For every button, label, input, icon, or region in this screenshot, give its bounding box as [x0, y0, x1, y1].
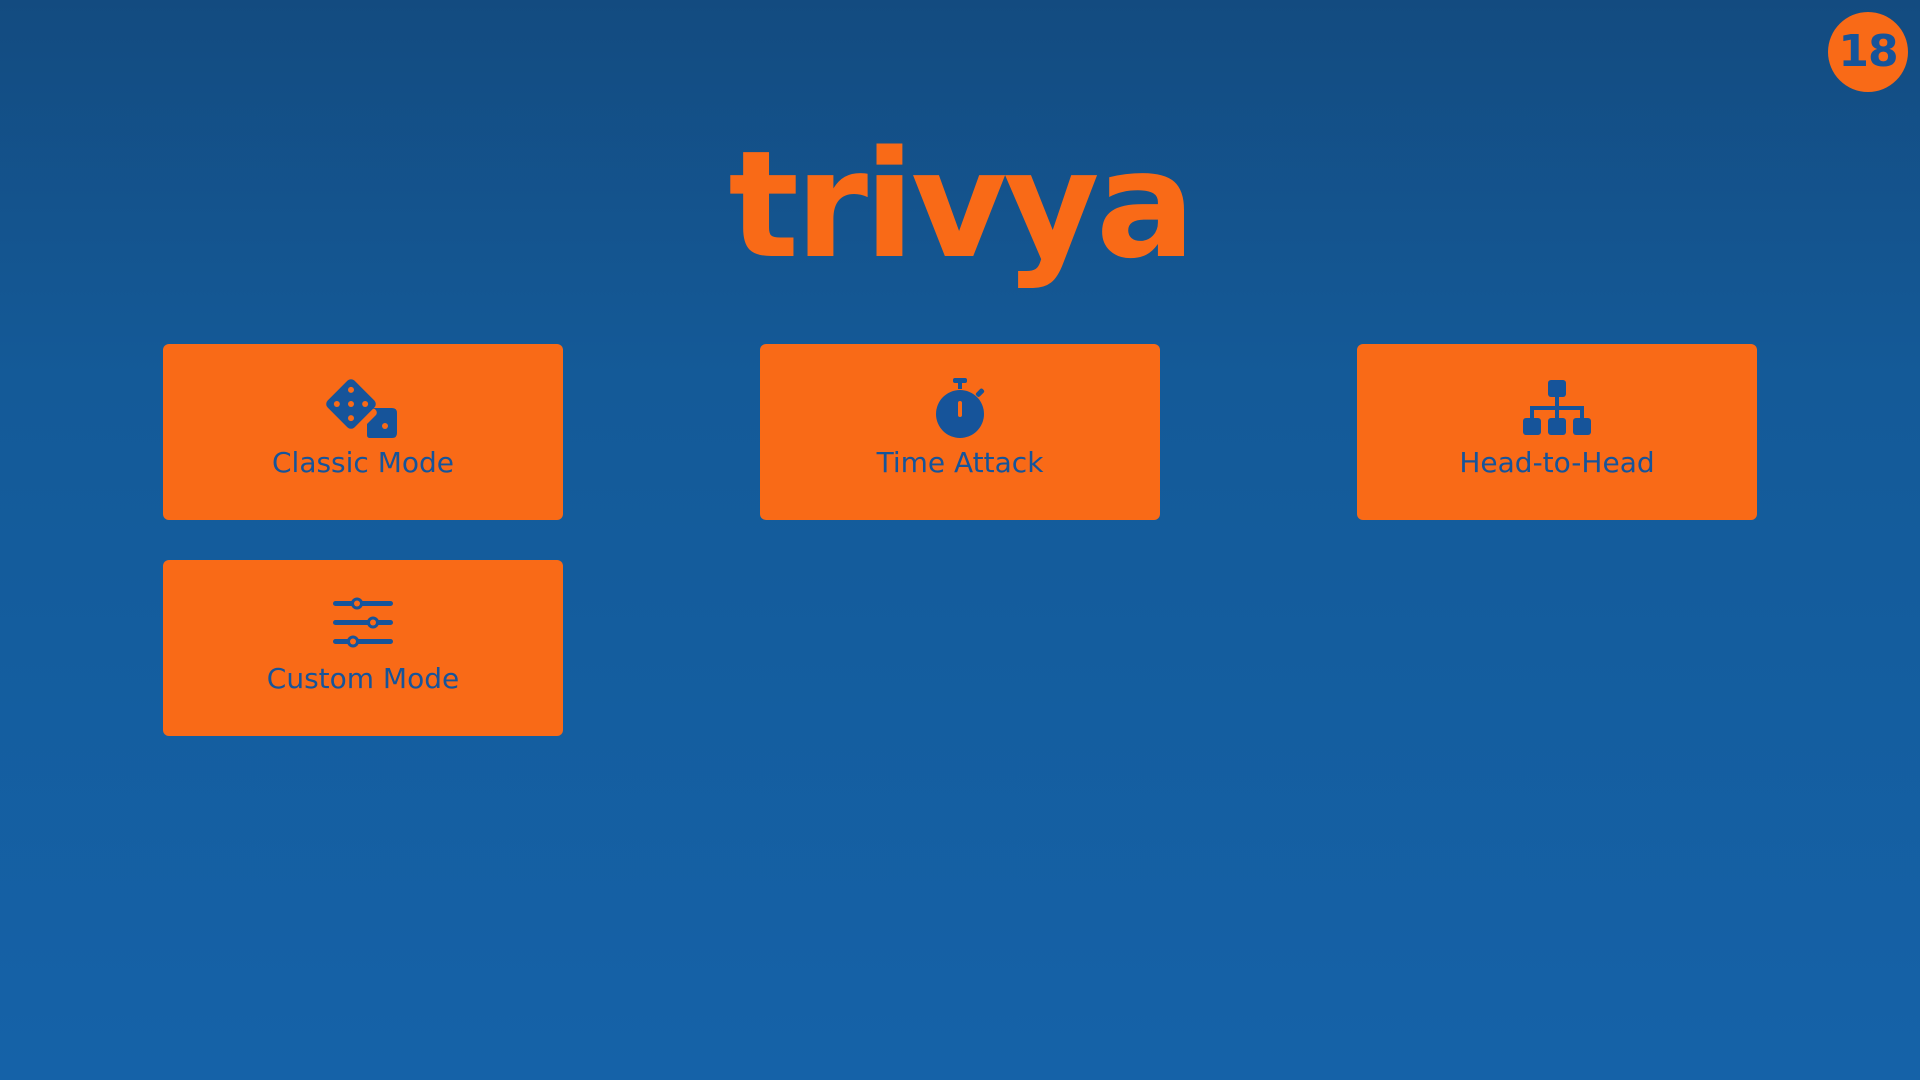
level-badge: 18	[1828, 12, 1908, 92]
logo-text: trivya	[728, 119, 1195, 291]
head-to-head-label: Head-to-Head	[1459, 446, 1655, 479]
classic-mode-button[interactable]: Classic Mode	[163, 344, 563, 520]
head-to-head-button[interactable]: Head-to-Head	[1357, 344, 1757, 520]
time-attack-label: Time Attack	[876, 446, 1044, 479]
custom-mode-button[interactable]: Custom Mode	[163, 560, 563, 736]
stopwatch-icon	[920, 376, 1000, 440]
trivya-logo: trivya	[725, 125, 1195, 315]
sitemap-icon	[1517, 376, 1597, 440]
custom-mode-label: Custom Mode	[266, 662, 460, 695]
sliders-icon	[323, 592, 403, 656]
classic-mode-label: Classic Mode	[271, 446, 455, 479]
time-attack-button[interactable]: Time Attack	[760, 344, 1160, 520]
dice-icon	[323, 376, 403, 440]
